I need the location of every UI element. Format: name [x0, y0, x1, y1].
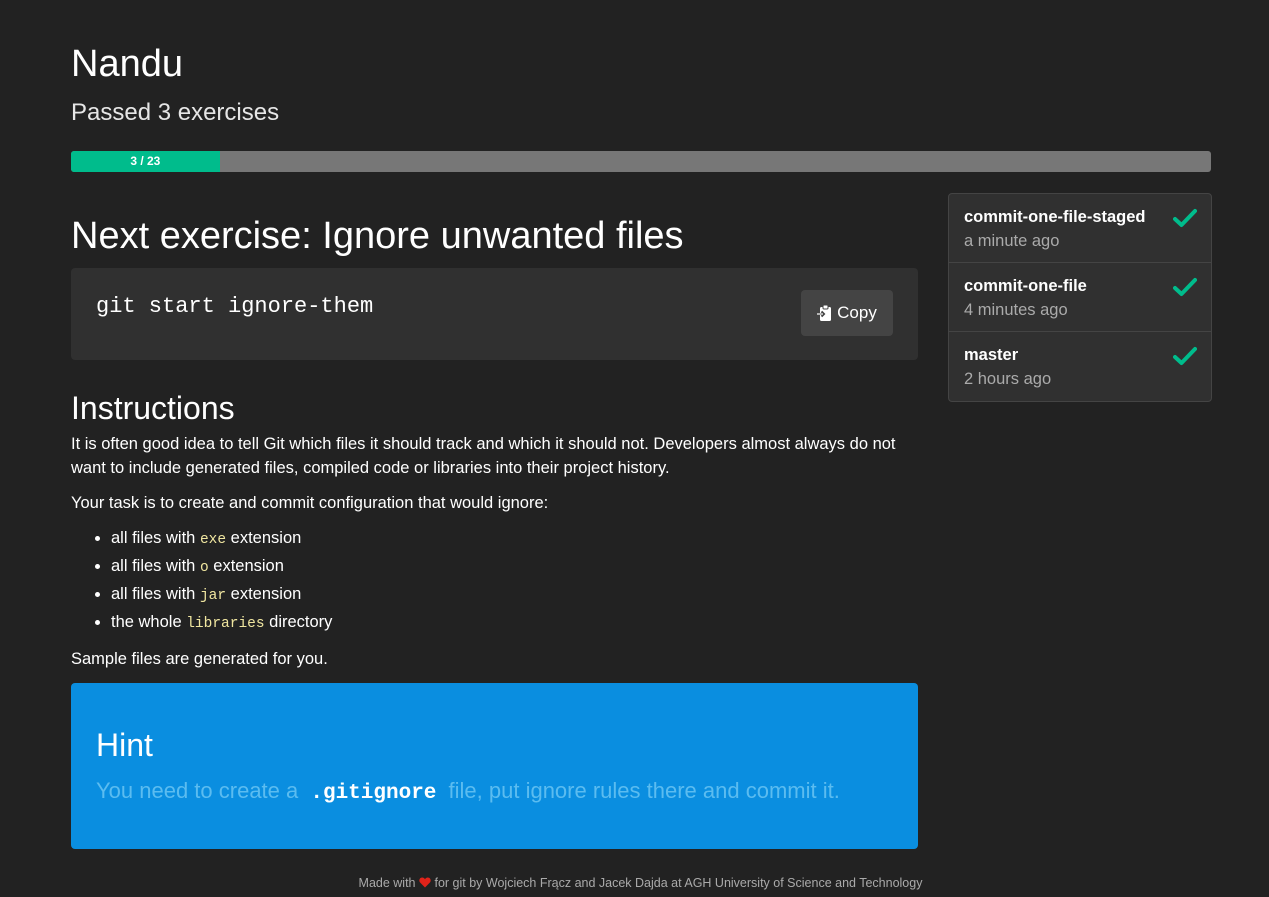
instructions-title: Instructions — [71, 390, 235, 426]
footer: Made with for git by Wojciech Frącz and … — [358, 876, 923, 890]
copy-label: Copy — [837, 303, 877, 322]
heart-icon — [419, 877, 431, 888]
clipboard-icon — [817, 304, 833, 322]
history-item-name: commit-one-file — [964, 277, 1087, 295]
progress-bar: 3 / 23 — [71, 151, 1211, 172]
history-item-time: 4 minutes ago — [964, 301, 1068, 319]
list-item: the whole libraries directory — [111, 609, 918, 637]
history-item-time: 2 hours ago — [964, 370, 1052, 388]
check-icon — [1173, 347, 1197, 365]
hint-code: .gitignore — [310, 782, 437, 805]
command-box: git start ignore-them Copy — [71, 268, 918, 360]
hint-text: You need to create a .gitignore file, pu… — [96, 778, 840, 805]
history-item-name: commit-one-file-staged — [964, 208, 1146, 226]
history-item[interactable]: commit-one-file 4 minutes ago — [949, 263, 1211, 332]
progress-bar-fill: 3 / 23 — [71, 151, 220, 172]
instructions-intro: It is often good idea to tell Git which … — [71, 435, 896, 477]
history-item-name: master — [964, 346, 1019, 364]
check-icon — [1173, 278, 1197, 296]
instructions-task: Your task is to create and commit config… — [71, 494, 549, 512]
inline-code: jar — [199, 588, 227, 604]
user-name: Nandu — [71, 43, 183, 85]
history-item-time: a minute ago — [964, 232, 1060, 250]
next-exercise-title: Next exercise: Ignore unwanted files — [71, 215, 684, 257]
list-item: all files with exe extension — [111, 525, 918, 553]
main-column: Next exercise: Ignore unwanted files git… — [71, 210, 918, 849]
copy-button[interactable]: Copy — [801, 290, 893, 336]
sample-note: Sample files are generated for you. — [71, 650, 328, 668]
exercise-history-list: commit-one-file-staged a minute ago comm… — [948, 193, 1212, 402]
hint-title: Hint — [96, 727, 153, 763]
list-item: all files with o extension — [111, 553, 918, 581]
check-icon — [1173, 209, 1197, 227]
inline-code: o — [199, 560, 209, 576]
task-list: all files with exe extension all files w… — [71, 525, 918, 637]
history-item[interactable]: master 2 hours ago — [949, 332, 1211, 401]
page: Nandu Passed 3 exercises 3 / 23 Next exe… — [0, 0, 1269, 897]
list-item: all files with jar extension — [111, 581, 918, 609]
history-item[interactable]: commit-one-file-staged a minute ago — [949, 194, 1211, 263]
inline-code: exe — [199, 532, 227, 548]
hint-box: Hint You need to create a .gitignore fil… — [71, 683, 918, 849]
inline-code: libraries — [186, 616, 265, 632]
command-text[interactable]: git start ignore-them — [96, 294, 373, 319]
passed-count: Passed 3 exercises — [71, 99, 280, 126]
